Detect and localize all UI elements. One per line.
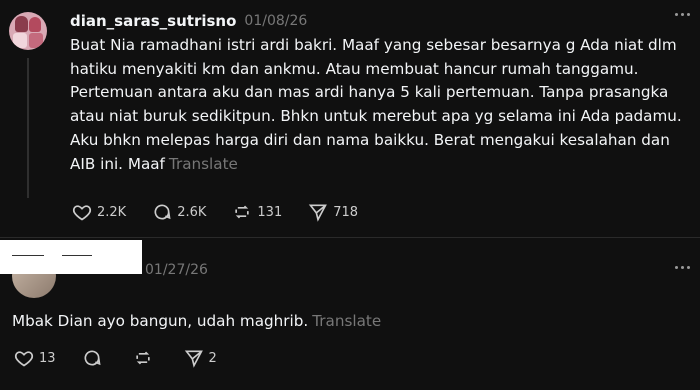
comment-button[interactable] — [82, 348, 107, 368]
comment-count: 2.6K — [177, 204, 207, 220]
post-body: Buat Nia ramadhani istri ardi bakri. Maa… — [70, 34, 685, 176]
comment-button[interactable]: 2.6K — [152, 202, 206, 222]
share-button[interactable]: 718 — [308, 202, 358, 222]
share-count: 718 — [333, 204, 359, 220]
translate-link[interactable]: Translate — [312, 312, 381, 330]
send-icon — [309, 204, 328, 222]
post-line: Pertemuan antara aku dan mas ardi hanya … — [70, 83, 669, 102]
post-line-text: AIB ini. Maaf — [70, 154, 165, 173]
post-divider — [0, 237, 700, 238]
comment-icon — [84, 350, 101, 366]
repost-button[interactable] — [133, 348, 158, 368]
redaction-mark — [12, 255, 44, 256]
post-date: 01/08/26 — [244, 13, 308, 29]
like-count: 13 — [39, 350, 56, 366]
action-bar: 2.2K 2.6K 131 718 — [72, 202, 384, 222]
share-button[interactable]: 2 — [184, 348, 217, 368]
post-line: atau niat buruk sedikitpun. Bhkn untuk m… — [70, 107, 682, 126]
redaction-mark — [62, 255, 92, 256]
heart-icon — [72, 205, 92, 221]
repost-icon — [235, 205, 250, 219]
post-line: Buat Nia ramadhani istri ardi bakri. Maa… — [70, 36, 677, 54]
like-count: 2.2K — [97, 204, 127, 220]
redaction-block — [0, 240, 142, 274]
thread-line — [27, 58, 29, 198]
action-bar: 13 2 — [14, 348, 243, 368]
like-button[interactable]: 13 — [14, 348, 56, 368]
username[interactable]: dian_saras_sutrisno — [70, 12, 236, 30]
share-count: 2 — [208, 350, 217, 366]
comment-icon — [154, 204, 171, 220]
repost-button[interactable]: 131 — [232, 202, 282, 222]
post-main: dian_saras_sutrisno 01/08/26 Buat Nia ra… — [0, 0, 700, 237]
post-line: AIB ini. Maaf Translate — [70, 153, 685, 177]
like-button[interactable]: 2.2K — [72, 202, 126, 222]
send-icon — [184, 350, 203, 368]
reply-text: Mbak Dian ayo bangun, udah maghrib. — [12, 312, 309, 330]
repost-count: 131 — [257, 204, 283, 220]
more-options-icon[interactable] — [675, 266, 690, 269]
reply-body: Mbak Dian ayo bangun, udah maghrib. Trans… — [12, 312, 381, 330]
post-header: dian_saras_sutrisno 01/08/26 — [70, 10, 307, 32]
translate-link[interactable]: Translate — [169, 155, 238, 173]
post-line: hatiku menyakiti km dan ankmu. Atau memb… — [70, 59, 639, 78]
heart-icon — [14, 351, 34, 367]
repost-icon — [135, 351, 150, 365]
more-options-icon[interactable] — [675, 13, 690, 16]
reply-date: 01/27/26 — [145, 262, 208, 278]
post-line: Aku bhkn melepas harga diri dan nama bai… — [70, 130, 670, 149]
avatar[interactable] — [9, 12, 47, 50]
